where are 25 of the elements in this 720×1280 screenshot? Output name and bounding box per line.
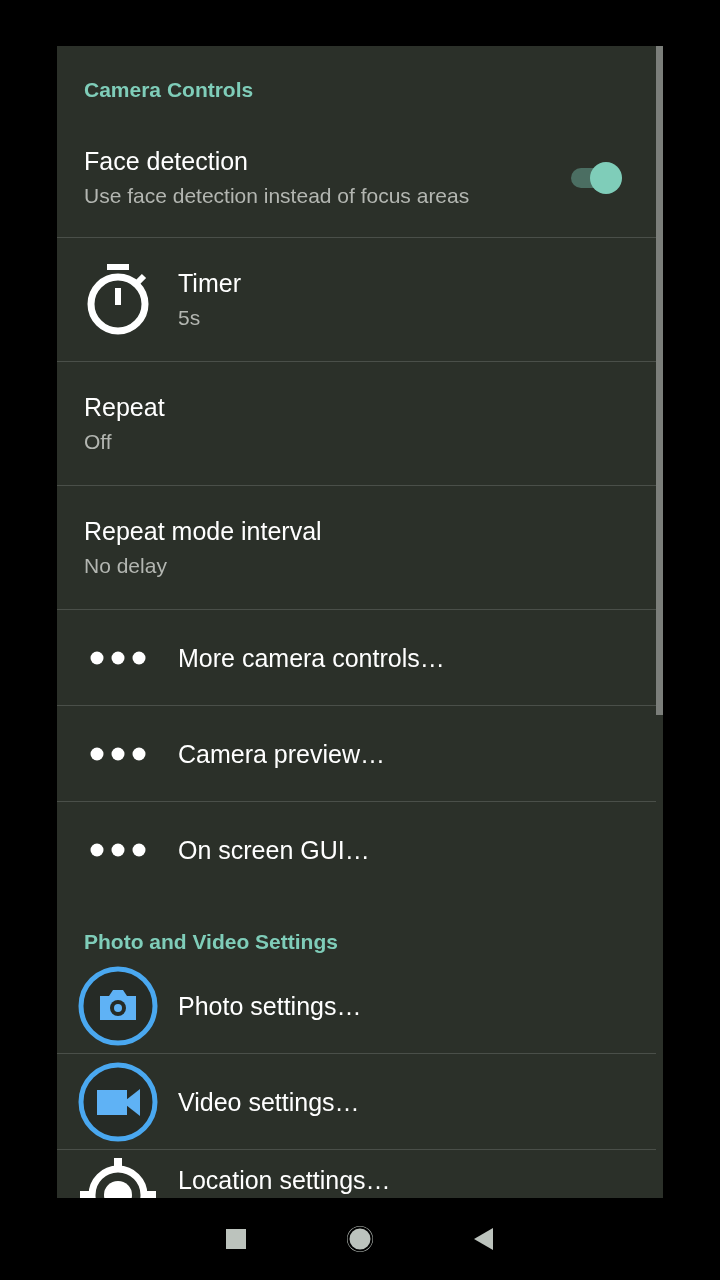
setting-title: Camera preview… (178, 739, 386, 768)
setting-summary: 5s (178, 304, 202, 331)
more-dots-icon (89, 843, 146, 857)
section-header: Camera Controls (83, 78, 255, 102)
camera-icon (77, 965, 158, 1046)
setting-title: Repeat mode interval (84, 516, 323, 545)
setting-title: Face detection (84, 146, 249, 175)
video-camera-icon (77, 1061, 158, 1142)
setting-title: Location settings… (178, 1166, 392, 1194)
scrollbar[interactable] (656, 46, 663, 715)
setting-summary: Use face detection instead of focus areas (84, 182, 471, 209)
setting-summary: Off (84, 428, 113, 455)
more-dots-icon (89, 650, 146, 665)
setting-title: Timer (178, 268, 242, 297)
setting-title: On screen GUI… (178, 836, 371, 864)
back-button[interactable] (474, 1228, 494, 1250)
section-header: Photo and Video Settings (83, 930, 339, 954)
home-button[interactable] (345, 1224, 375, 1254)
setting-summary: No delay (84, 552, 168, 579)
more-dots-icon (89, 746, 146, 761)
setting-title: More camera controls… (178, 643, 446, 672)
setting-title: Photo settings… (178, 991, 363, 1020)
setting-title: Video settings… (178, 1087, 361, 1116)
setting-title: Repeat (84, 392, 166, 421)
stopwatch-icon (85, 263, 150, 336)
